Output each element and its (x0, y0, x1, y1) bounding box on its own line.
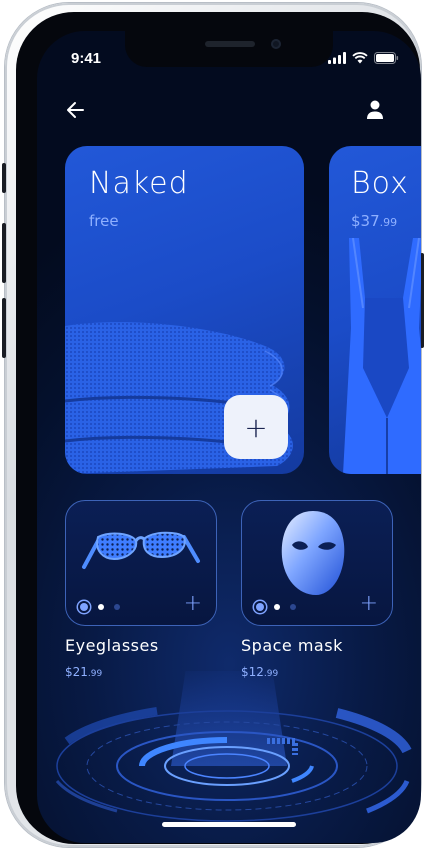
pager-dot[interactable] (114, 604, 120, 610)
hud-graphic (55, 671, 412, 822)
pager-dot-active[interactable] (80, 603, 88, 611)
status-icons (328, 52, 399, 64)
phone-frame: 9:41 Naked free + Box $37.99 + + Eyeglas… (2, 3, 424, 847)
signal-icon (328, 52, 346, 64)
volume-down-button (2, 298, 6, 358)
add-featured-button[interactable]: + (224, 395, 288, 459)
status-time: 9:41 (71, 50, 102, 67)
featured-card-box[interactable]: Box $37.99 (329, 146, 421, 474)
notch (125, 31, 333, 67)
volume-up-button (2, 223, 6, 283)
user-icon[interactable] (365, 99, 385, 121)
battery-icon (374, 52, 399, 64)
featured-price-value: free (89, 212, 119, 230)
product-price-value: $21 (65, 665, 88, 679)
product-price-cents: .99 (87, 669, 103, 679)
pager-dot[interactable] (290, 604, 296, 610)
pager-dot[interactable] (274, 604, 280, 610)
featured-price-value: $37 (351, 212, 380, 230)
wifi-icon (352, 52, 368, 64)
speaker (205, 41, 255, 47)
pager-dot-active[interactable] (256, 603, 264, 611)
product-price: $21.99 (65, 665, 102, 679)
product-price: $12.99 (241, 665, 278, 679)
image-pager[interactable] (256, 603, 296, 611)
product-name[interactable]: Space mask (241, 636, 343, 655)
home-indicator[interactable] (162, 822, 296, 827)
featured-card-naked[interactable]: Naked free + (65, 146, 304, 474)
featured-price-cents: .99 (379, 216, 398, 229)
featured-title: Box (351, 166, 409, 201)
product-card-space-mask[interactable]: + (241, 500, 393, 626)
add-eyeglasses-button[interactable]: + (184, 591, 202, 616)
image-pager[interactable] (80, 603, 120, 611)
mute-switch (2, 163, 6, 193)
front-camera (271, 39, 281, 49)
bezel: 9:41 Naked free + Box $37.99 + + Eyeglas… (16, 12, 421, 844)
product-card-eyeglasses[interactable]: + (65, 500, 217, 626)
featured-title: Naked (89, 166, 189, 201)
bib-shorts-image (343, 238, 421, 474)
space-mask-image (281, 511, 345, 595)
featured-price: free (89, 212, 119, 230)
arrow-left-icon[interactable] (63, 97, 89, 123)
product-price-value: $12 (241, 665, 264, 679)
pager-dot[interactable] (98, 604, 104, 610)
screen: 9:41 Naked free + Box $37.99 + + Eyeglas… (37, 31, 421, 843)
add-space-mask-button[interactable]: + (360, 591, 378, 616)
featured-price: $37.99 (351, 212, 397, 230)
product-name[interactable]: Eyeglasses (65, 636, 159, 655)
eyeglasses-image (82, 531, 200, 569)
product-price-cents: .99 (263, 669, 279, 679)
